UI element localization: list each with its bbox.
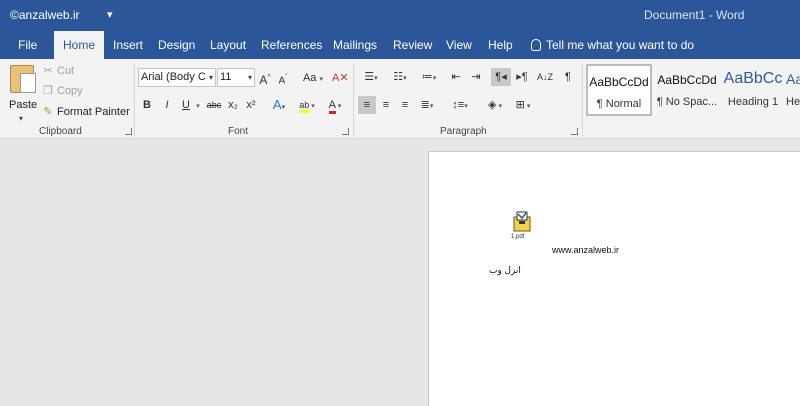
clear-formatting-icon[interactable]: A✕ xyxy=(332,69,349,87)
font-dialog-launcher-icon[interactable] xyxy=(342,128,349,135)
highlight-color-button[interactable]: ab ▾ xyxy=(294,96,320,114)
tab-home[interactable]: Home xyxy=(54,31,105,59)
bold-button[interactable]: B xyxy=(140,96,154,114)
ltr-direction-button[interactable]: ▸¶ xyxy=(512,68,532,86)
borders-button[interactable]: ⊞ ▾ xyxy=(510,96,536,114)
attachment-filename: 1.pdf xyxy=(511,234,525,240)
tab-help[interactable]: Help xyxy=(479,31,522,59)
line-spacing-button[interactable]: ↕≡▾ xyxy=(448,96,472,114)
group-divider xyxy=(582,63,583,137)
document-title: Document1 - Word xyxy=(644,8,745,22)
text-effects-button[interactable]: A▾ xyxy=(269,96,289,114)
chevron-down-icon[interactable]: ▾ xyxy=(209,69,213,86)
paste-label: Paste xyxy=(9,99,38,111)
tab-design[interactable]: Design xyxy=(149,31,204,59)
paragraph-dialog-launcher-icon[interactable] xyxy=(571,128,578,135)
shading-button[interactable]: ◈ ▾ xyxy=(482,96,508,114)
tab-insert[interactable]: Insert xyxy=(104,31,152,59)
justify-button[interactable]: ≣▾ xyxy=(416,96,438,114)
scissors-icon: ✂ xyxy=(43,65,53,77)
style-name: ¶ Normal xyxy=(596,98,642,110)
paintbrush-icon: ✎ xyxy=(43,106,53,118)
cut-label: Cut xyxy=(57,65,75,77)
clipboard-icon xyxy=(10,65,36,93)
lightbulb-icon xyxy=(531,39,541,51)
ribbon-tab-bar: File Home Insert Design Layout Reference… xyxy=(0,31,800,59)
decrease-indent-button[interactable]: ⇤ xyxy=(448,68,464,86)
document-rtl-text: انزل وب xyxy=(489,265,521,275)
tab-mailings[interactable]: Mailings xyxy=(324,31,386,59)
style-name: Heading 1 xyxy=(727,96,779,108)
grow-font-button[interactable]: A^ xyxy=(258,69,272,87)
style-heading-1[interactable]: AaBbCc Heading 1 xyxy=(720,64,786,116)
style-sample: AaBbCc xyxy=(723,70,783,87)
paragraph-group-label: Paragraph xyxy=(440,126,487,137)
chevron-down-icon[interactable]: ▾ xyxy=(248,69,252,86)
style-name: He xyxy=(786,96,800,108)
align-center-button[interactable]: ≡ xyxy=(378,96,394,114)
tab-view[interactable]: View xyxy=(437,31,481,59)
italic-button[interactable]: I xyxy=(161,96,173,114)
group-divider xyxy=(353,63,354,137)
tell-me-label: Tell me what you want to do xyxy=(546,38,695,52)
document-body-text: www.anzalweb.ir xyxy=(552,245,620,255)
style-name: ¶ No Spac... xyxy=(656,96,718,108)
font-size-value: 11 xyxy=(220,71,232,83)
show-formatting-marks-button[interactable]: ¶ xyxy=(561,68,575,86)
align-right-button[interactable]: ≡ xyxy=(397,96,413,114)
clipboard-group-label: Clipboard xyxy=(39,126,82,137)
chevron-down-icon[interactable]: ▾ xyxy=(194,96,202,114)
customize-quick-access-button[interactable]: ▾ xyxy=(107,8,113,21)
format-painter-label: Format Painter xyxy=(57,106,130,118)
copy-label: Copy xyxy=(57,85,83,97)
document-page[interactable]: 1.pdf www.anzalweb.ir انزل وب xyxy=(428,151,800,406)
copy-button[interactable]: ❐ Copy xyxy=(42,84,83,97)
font-name-field[interactable]: Arial (Body C ▾ xyxy=(138,68,216,87)
document-canvas: 1.pdf www.anzalweb.ir انزل وب xyxy=(0,140,800,406)
subscript-button[interactable]: x₂ xyxy=(226,96,240,114)
strikethrough-button[interactable]: abc xyxy=(205,96,223,114)
style-sample: AaB xyxy=(786,71,800,87)
underline-button[interactable]: U xyxy=(178,96,194,114)
style-normal[interactable]: AaBbCcDd ¶ Normal xyxy=(586,64,652,116)
style-sample: AaBbCcDd xyxy=(589,75,649,89)
font-color-button[interactable]: A ▾ xyxy=(322,96,348,114)
title-bar: ©anzalweb.ir ▾ Document1 - Word xyxy=(0,0,800,31)
tab-file[interactable]: File xyxy=(9,31,46,59)
format-painter-button[interactable]: ✎ Format Painter xyxy=(42,105,130,118)
tab-references[interactable]: References xyxy=(252,31,331,59)
group-divider xyxy=(134,63,135,137)
sort-button[interactable]: A↓Z xyxy=(536,68,554,86)
styles-gallery: AaBbCcDd ¶ Normal AaBbCcDd ¶ No Spac... … xyxy=(586,64,800,118)
paste-button[interactable]: Paste ▾ xyxy=(6,63,38,123)
numbering-button[interactable]: ☷▾ xyxy=(387,68,413,86)
align-left-button[interactable]: ≡ xyxy=(358,96,376,114)
tell-me-search[interactable]: Tell me what you want to do xyxy=(531,31,694,59)
ribbon: Paste ▾ ✂ Cut ❐ Copy ✎ Format Painter Clipb… xyxy=(0,59,800,139)
font-group-label: Font xyxy=(228,126,249,137)
tab-review[interactable]: Review xyxy=(384,31,441,59)
watermark-text: ©anzalweb.ir xyxy=(10,8,80,22)
rtl-direction-button[interactable]: ¶◂ xyxy=(491,68,511,86)
cut-button[interactable]: ✂ Cut xyxy=(42,64,74,77)
superscript-button[interactable]: x² xyxy=(244,96,258,114)
style-no-spacing[interactable]: AaBbCcDd ¶ No Spac... xyxy=(654,64,720,116)
bullets-button[interactable]: ☰▾ xyxy=(358,68,384,86)
increase-indent-button[interactable]: ⇥ xyxy=(468,68,484,86)
copy-icon: ❐ xyxy=(43,85,53,97)
font-size-field[interactable]: 11 ▾ xyxy=(217,68,255,87)
multilevel-list-button[interactable]: ≔▾ xyxy=(416,68,442,86)
change-case-button[interactable]: Aa ▾ xyxy=(300,69,326,87)
chevron-down-icon[interactable]: ▾ xyxy=(19,114,23,123)
tab-layout[interactable]: Layout xyxy=(201,31,255,59)
shrink-font-button[interactable]: Aˇ xyxy=(276,69,290,87)
style-sample: AaBbCcDd xyxy=(657,73,717,87)
font-name-value: Arial (Body C xyxy=(141,71,206,83)
clipboard-dialog-launcher-icon[interactable] xyxy=(125,128,132,135)
pdf-attachment-icon[interactable] xyxy=(511,210,533,232)
style-heading-2[interactable]: AaB He xyxy=(786,64,800,116)
